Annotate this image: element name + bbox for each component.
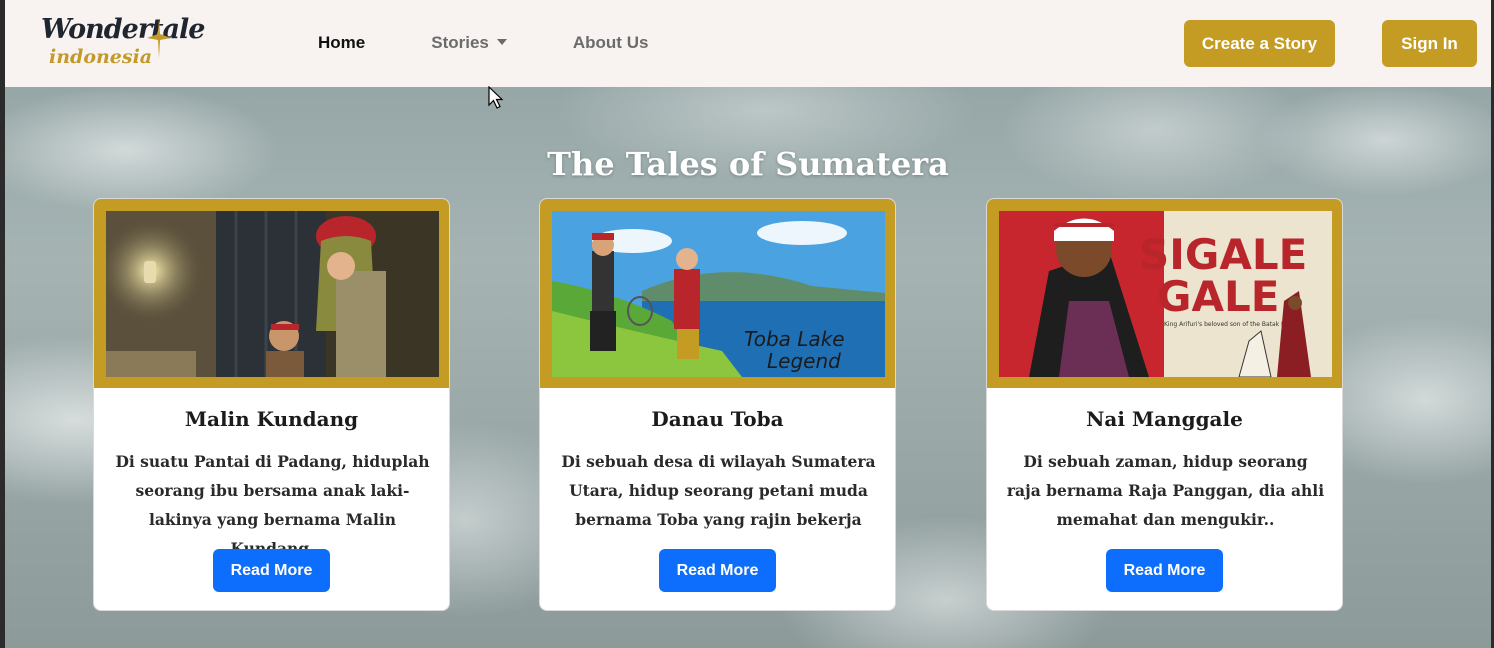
card-title: Malin Kundang: [184, 407, 359, 431]
nav-stories[interactable]: Stories: [431, 33, 507, 53]
logo-subtext: indonesia: [49, 46, 153, 68]
read-more-button[interactable]: Read More: [659, 549, 776, 592]
card-title: Danau Toba: [651, 407, 784, 431]
card-image-frame: SIGALE GALE King Arifuri's beloved son o…: [987, 199, 1342, 388]
nav-stories-label: Stories: [431, 33, 489, 52]
card-text: Di sebuah zaman, hidup seorang raja bern…: [1006, 452, 1325, 529]
create-story-button[interactable]: Create a Story: [1184, 20, 1335, 67]
read-more-button[interactable]: Read More: [213, 549, 330, 592]
navbar: Wondertale indonesia Home Stories About …: [5, 0, 1491, 87]
image-caption: Toba Lake: [744, 327, 845, 351]
story-card: Malin Kundang Di suatu Pantai di Padang,…: [93, 198, 450, 611]
mouse-cursor-icon: [488, 86, 504, 109]
image-title: GALE: [1157, 272, 1279, 321]
chevron-down-icon: [496, 39, 507, 45]
story-card: SIGALE GALE King Arifuri's beloved son o…: [986, 198, 1343, 611]
nav-home[interactable]: Home: [318, 33, 365, 53]
image-caption: Legend: [767, 349, 841, 373]
nav-about[interactable]: About Us: [573, 33, 649, 53]
nav-links: Home Stories About Us: [318, 33, 714, 53]
card-image-frame: Toba Lake Legend: [540, 199, 895, 388]
malin-kundang-image[interactable]: [106, 211, 439, 377]
site-logo[interactable]: Wondertale indonesia: [41, 12, 205, 74]
logo-text: Wondertale: [41, 14, 205, 45]
card-text: Di suatu Pantai di Padang, hiduplah seor…: [115, 452, 430, 558]
section-title: The Tales of Sumatera: [547, 145, 949, 183]
story-card: Toba Lake Legend Danau Toba Di sebuah de…: [539, 198, 896, 611]
sign-in-button[interactable]: Sign In: [1382, 20, 1477, 67]
page-background: Wondertale indonesia Home Stories About …: [5, 0, 1491, 648]
card-image-frame: [94, 199, 449, 388]
card-text: Di sebuah desa di wilayah Sumatera Utara…: [561, 452, 876, 529]
card-title: Nai Manggale: [1086, 407, 1243, 431]
nai-manggale-image[interactable]: SIGALE GALE King Arifuri's beloved son o…: [999, 211, 1332, 377]
image-caption: King Arifuri's beloved son of the Batak …: [1164, 321, 1296, 328]
danau-toba-image[interactable]: Toba Lake Legend: [552, 211, 885, 377]
read-more-button[interactable]: Read More: [1106, 549, 1223, 592]
